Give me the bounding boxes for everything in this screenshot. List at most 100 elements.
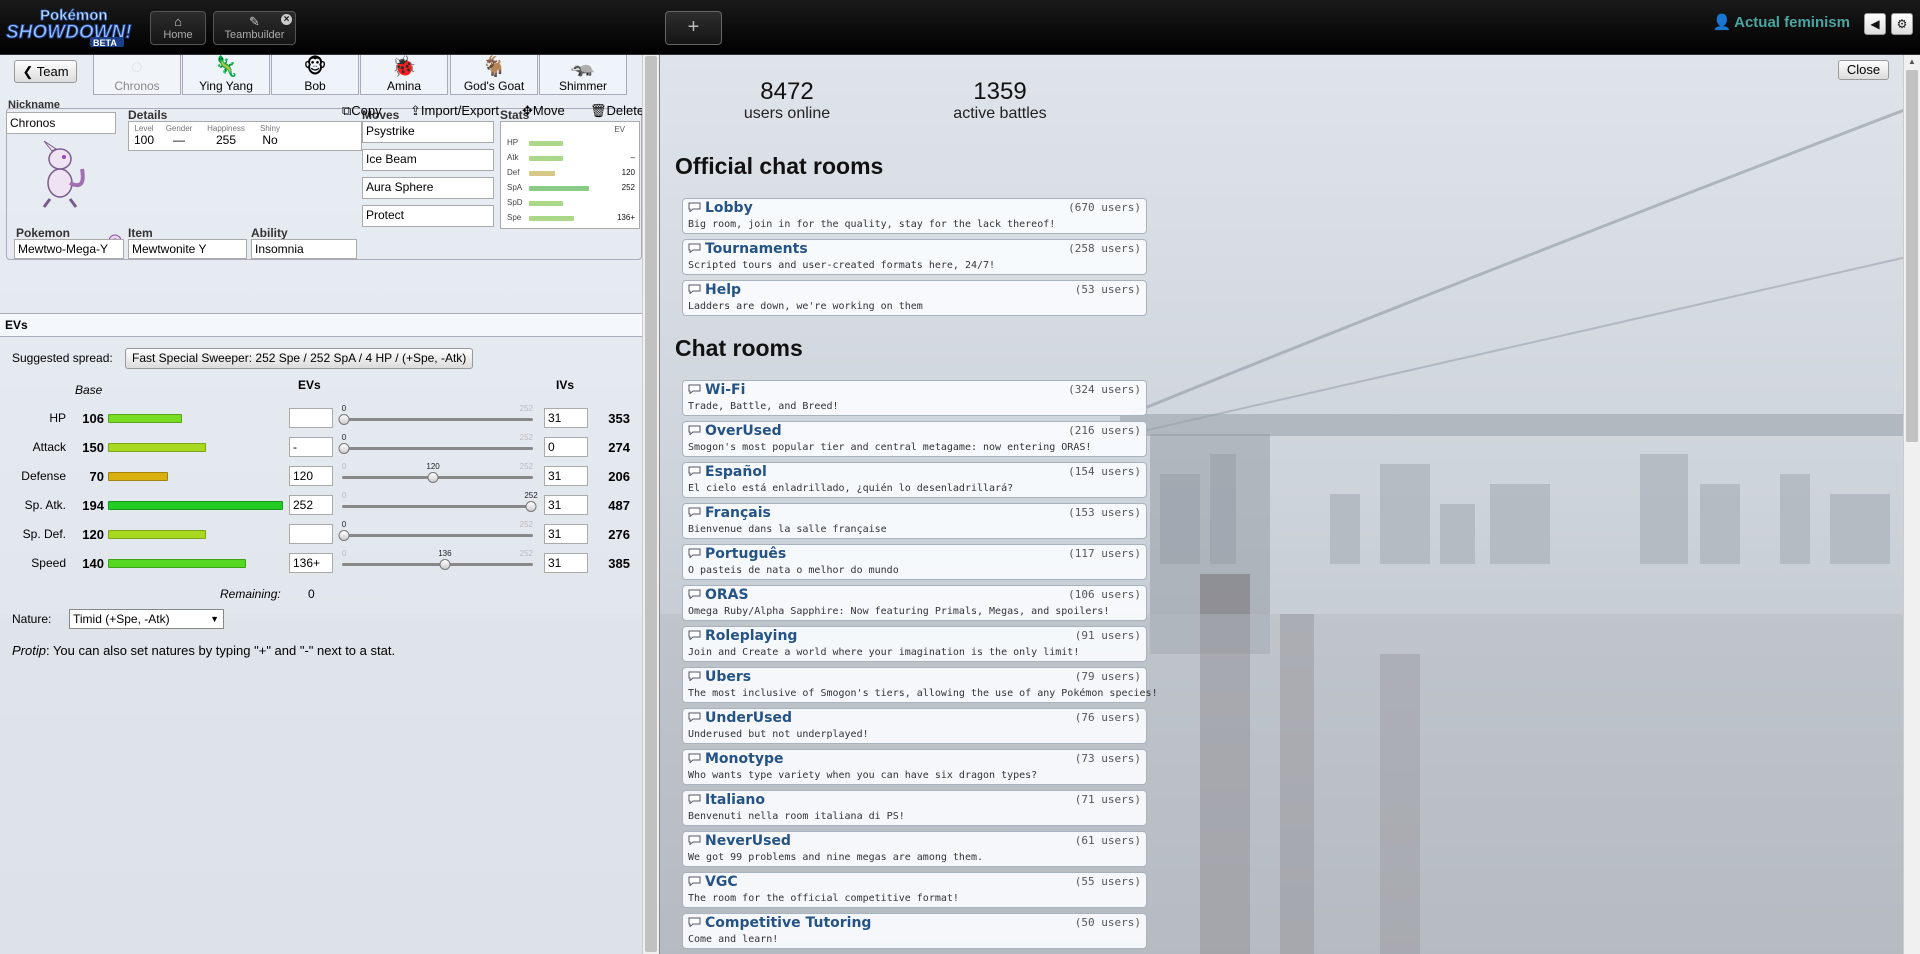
close-tab-icon[interactable]: × [281, 14, 292, 25]
room-italiano[interactable]: Italiano (71 users) Benvenuti nella room i… [682, 790, 1147, 826]
left-scrollbar-thumb[interactable] [645, 56, 657, 952]
room-wi-fi[interactable]: Wi-Fi (324 users) Trade, Battle, and Breed… [682, 380, 1147, 416]
sound-button[interactable]: ◀ [1864, 13, 1886, 35]
team-tab-amina[interactable]: 🐞 Amina [360, 54, 448, 95]
room-name[interactable]: OverUsed [705, 423, 782, 439]
move-button[interactable]: ✥Move [522, 103, 565, 119]
ev-slider[interactable]: 02520 [338, 404, 535, 428]
ability-input[interactable]: Insomnia [251, 239, 357, 259]
room-name[interactable]: UnderUsed [705, 710, 792, 726]
ev-input[interactable]: 252 [289, 495, 333, 515]
copy-button[interactable]: ⧉Copy [342, 103, 382, 119]
back-to-team-button[interactable]: ❮ Team [14, 60, 77, 83]
iv-input[interactable]: 31 [544, 466, 588, 486]
slider-value-label: 252 [524, 491, 538, 500]
room-ubers[interactable]: Ubers (79 users) The most inclusive of Smo… [682, 667, 1158, 703]
stats-summary-box[interactable]: EV HP Atk – Def 120 SpA 252 SpD Spe 136+ [500, 121, 640, 229]
room-name[interactable]: ORAS [705, 587, 749, 603]
left-scrollbar[interactable] [642, 54, 660, 954]
ev-input[interactable] [289, 408, 333, 428]
room-name[interactable]: Ubers [705, 669, 751, 685]
pokemon-input[interactable]: Mewtwo-Mega-Y [14, 239, 124, 259]
room-name[interactable]: Tournaments [705, 241, 808, 257]
user-name[interactable]: 👤 Actual feminism [1712, 13, 1850, 31]
team-tab-shimmer[interactable]: 🦡 Shimmer [539, 54, 627, 95]
details-box[interactable]: Level 100 Gender — Happiness 255 Shiny No [128, 121, 362, 151]
room-name[interactable]: Italiano [705, 792, 765, 808]
right-scrollbar-thumb[interactable] [1906, 70, 1918, 442]
room-overused[interactable]: OverUsed (216 users) Smogon's most popular… [682, 421, 1147, 457]
ev-slider[interactable]: 0 252 136 [340, 549, 535, 573]
ev-input[interactable]: 136+ [289, 553, 333, 573]
room-name[interactable]: Lobby [705, 200, 753, 216]
room-name[interactable]: Português [705, 546, 786, 562]
room-name[interactable]: Help [705, 282, 741, 298]
item-input[interactable]: Mewtwonite Y [128, 239, 247, 259]
move-2-input[interactable]: Ice Beam [362, 149, 494, 171]
slider-handle[interactable] [525, 501, 537, 512]
suggested-spread-button[interactable]: Fast Special Sweeper: 252 Spe / 252 SpA … [125, 348, 474, 369]
team-tab-god-s-goat[interactable]: 🐐 God's Goat [450, 54, 538, 95]
room-name[interactable]: Français [705, 505, 771, 521]
room-name[interactable]: Roleplaying [705, 628, 797, 644]
ev-slider[interactable]: 0 252 120 [340, 462, 535, 486]
room-neverused[interactable]: NeverUsed (61 users) We got 99 problems an… [682, 831, 1147, 867]
scroll-up-icon[interactable]: ▲ [1908, 57, 1916, 66]
iv-input[interactable]: 31 [544, 553, 588, 573]
ev-slider[interactable]: 02520 [338, 433, 535, 457]
ev-slider[interactable]: 0252252 [340, 491, 538, 515]
nature-select[interactable]: Timid (+Spe, -Atk) ▼ [69, 609, 224, 629]
room-name[interactable]: VGC [705, 874, 738, 890]
slider-handle[interactable] [439, 559, 451, 570]
close-button[interactable]: Close [1838, 60, 1889, 80]
slider-handle[interactable] [338, 530, 350, 541]
room-portugu-s[interactable]: Português (117 users) O pasteis de nata o … [682, 544, 1147, 580]
iv-input[interactable]: 31 [544, 495, 588, 515]
room-competitive-tutoring[interactable]: Competitive Tutoring (50 users) Come and l… [682, 913, 1147, 949]
ev-input[interactable]: 120 [289, 466, 333, 486]
room-name[interactable]: Competitive Tutoring [705, 915, 871, 931]
team-tab-chronos[interactable]: ◌ Chronos [93, 54, 181, 95]
move-1-input[interactable]: Psystrike [362, 121, 494, 143]
iv-input[interactable]: 31 [544, 408, 588, 428]
slider-handle[interactable] [338, 414, 350, 425]
team-tab-ying-yang[interactable]: 🦎 Ying Yang [182, 54, 270, 95]
room-tournaments[interactable]: Tournaments (258 users) Scripted tours and… [682, 239, 1147, 275]
right-scrollbar[interactable]: ▲ [1903, 54, 1920, 954]
room-lobby[interactable]: Lobby (670 users) Big room, join in for th… [682, 198, 1147, 234]
pane-divider[interactable] [659, 54, 660, 954]
pokemon-icon: ◌ [131, 56, 143, 78]
move-3-input[interactable]: Aura Sphere [362, 177, 494, 199]
room-vgc[interactable]: VGC (55 users) The room for the official c… [682, 872, 1147, 908]
delete-button[interactable]: 🗑Delete [590, 103, 644, 119]
room-name[interactable]: Español [705, 464, 767, 480]
teambuilder-tab[interactable]: × ✎ Teambuilder [213, 11, 296, 45]
iv-input[interactable]: 31 [544, 524, 588, 544]
home-tab[interactable]: ⌂ Home [150, 11, 206, 45]
slider-handle[interactable] [338, 443, 350, 454]
room-roleplaying[interactable]: Roleplaying (91 users) Join and Create a w… [682, 626, 1147, 662]
room-name[interactable]: Wi-Fi [705, 382, 745, 398]
active-battles-stat[interactable]: 1359 active battles [940, 78, 1060, 122]
nickname-input[interactable]: Chronos [6, 112, 116, 134]
room-name[interactable]: Monotype [705, 751, 783, 767]
slider-handle[interactable] [427, 472, 439, 483]
room-espa-ol[interactable]: Español (154 users) El cielo está enladril… [682, 462, 1147, 498]
room-help[interactable]: Help (53 users) Ladders are down, we're wo… [682, 280, 1147, 316]
room-oras[interactable]: ORAS (106 users) Omega Ruby/Alpha Sapphire… [682, 585, 1147, 621]
room-monotype[interactable]: Monotype (73 users) Who wants type variety… [682, 749, 1147, 785]
room-name[interactable]: NeverUsed [705, 833, 791, 849]
move-4-input[interactable]: Protect [362, 205, 494, 227]
ev-input[interactable]: - [289, 437, 333, 457]
new-tab-button[interactable]: + [665, 11, 722, 45]
ev-slider[interactable]: 02520 [338, 520, 535, 544]
import-export-button[interactable]: ⇪Import/Export [410, 103, 499, 119]
options-button[interactable]: ⚙ [1891, 13, 1913, 35]
room-underused[interactable]: UnderUsed (76 users) Underused but not und… [682, 708, 1147, 744]
pokemon-showdown-logo[interactable]: Pokémon SHOWDOWN! BETA [4, 4, 146, 48]
ev-input[interactable] [289, 524, 333, 544]
iv-input[interactable]: 0 [544, 437, 588, 457]
room-fran-ais[interactable]: Français (153 users) Bienvenue dans la sal… [682, 503, 1147, 539]
room-description: Ladders are down, we're working on them [688, 301, 923, 312]
team-tab-bob[interactable]: 🐵 Bob [271, 54, 359, 95]
